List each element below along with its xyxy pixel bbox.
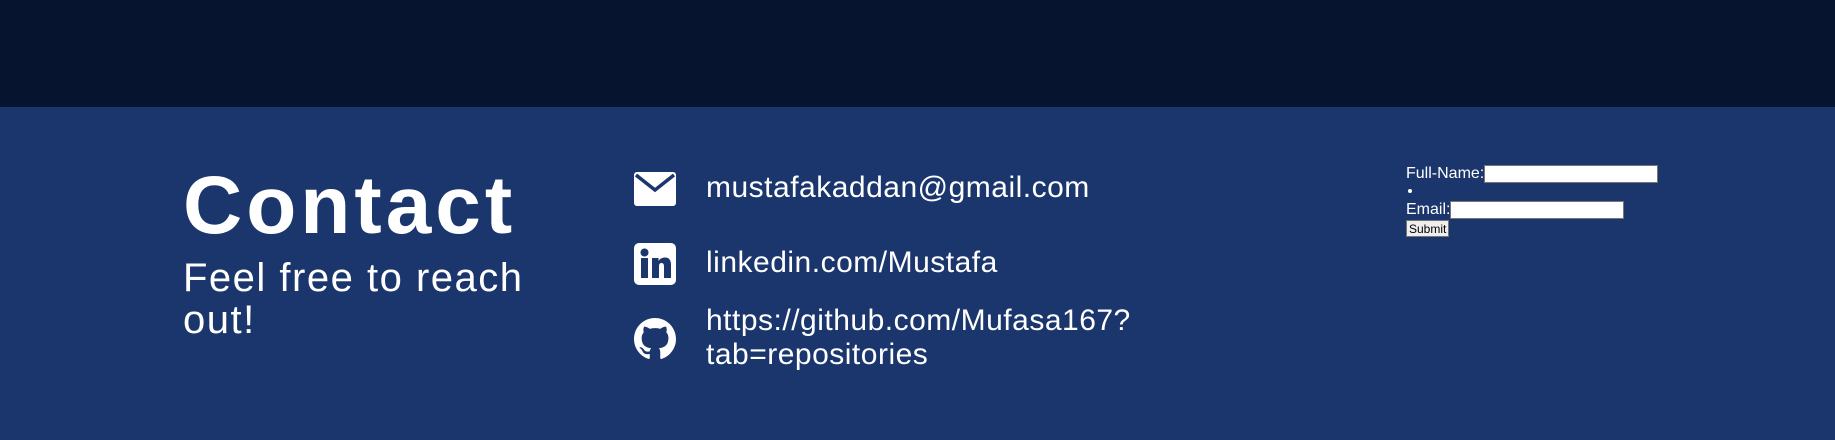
name-row: Full-Name: [1406, 165, 1659, 183]
github-link-row[interactable]: https://github.com/Mufasa167?tab=reposit… [633, 304, 1130, 371]
header-band [0, 0, 1835, 107]
email-link-row[interactable]: mustafakaddan@gmail.com [633, 167, 1089, 211]
github-icon [633, 317, 677, 361]
list-bullet [1406, 183, 1658, 201]
full-name-label: Full-Name: [1406, 165, 1485, 182]
email-label: Email: [1406, 201, 1451, 218]
contact-heading: Contact [183, 160, 517, 251]
email-input[interactable] [1450, 201, 1625, 219]
envelope-icon [633, 167, 677, 211]
linkedin-link[interactable]: linkedin.com/Mustafa [706, 246, 998, 280]
linkedin-icon [633, 242, 677, 286]
full-name-input[interactable] [1484, 165, 1659, 183]
linkedin-link-row[interactable]: linkedin.com/Mustafa [633, 242, 997, 286]
submit-button[interactable]: Submit [1406, 220, 1450, 237]
contact-section: Contact Feel free to reach out! mustafak… [0, 107, 1835, 440]
email-link[interactable]: mustafakaddan@gmail.com [706, 171, 1090, 205]
github-link[interactable]: https://github.com/Mufasa167?tab=reposit… [706, 304, 1186, 372]
contact-form: Full-Name: Email: Submit [1406, 165, 1659, 237]
email-row: Email: [1406, 201, 1658, 219]
contact-subheading: Feel free to reach out! [183, 256, 524, 342]
